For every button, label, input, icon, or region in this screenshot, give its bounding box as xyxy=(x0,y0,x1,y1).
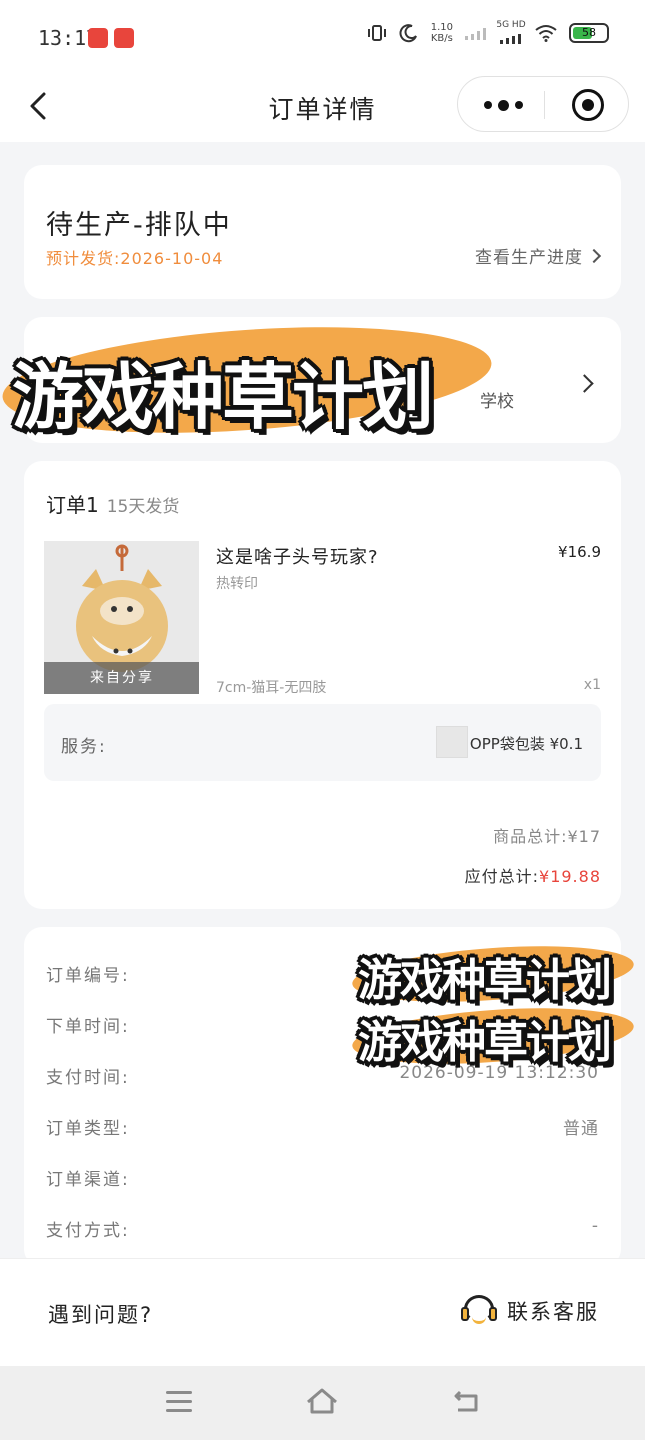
product-name[interactable]: 这是啥子头号玩家? xyxy=(216,543,379,569)
back-nav-icon[interactable] xyxy=(452,1386,482,1416)
total-amount: ¥19.88 xyxy=(539,867,601,886)
menu-icon[interactable] xyxy=(166,1391,192,1418)
signal-5g-icon xyxy=(500,34,521,44)
product-craft: 热转印 xyxy=(216,576,258,592)
vibrate-icon xyxy=(367,25,386,41)
chevron-right-icon xyxy=(586,248,602,263)
estimated-ship-date: 预计发货:2026-10-04 xyxy=(46,249,224,268)
service-label: 服务: xyxy=(61,737,107,757)
service-item: OPP袋包装 ¥0.1 xyxy=(469,735,583,753)
goods-subtotal: 商品总计:¥17 xyxy=(493,827,601,846)
ship-time: 15天发货 xyxy=(106,497,180,517)
product-thumbnail[interactable]: 来自分享 xyxy=(44,541,199,694)
status-bar: 13:17 1.10 KB/s 5G HD 58 xyxy=(0,0,645,72)
home-icon[interactable] xyxy=(305,1386,339,1416)
order-item-card: 订单1 15天发货 来自分享 这是啥子头号玩家? ¥16.9 热转印 7cm-猫耳… xyxy=(24,461,621,909)
contact-service-button[interactable]: 联系客服 xyxy=(461,1293,599,1329)
chevron-right-icon xyxy=(575,374,594,393)
moon-icon xyxy=(399,24,417,43)
address-text: 学校 xyxy=(480,392,514,412)
wifi-icon xyxy=(535,25,557,42)
product-quantity: x1 xyxy=(583,677,601,693)
battery-icon: 58 xyxy=(569,23,609,43)
product-spec: 7cm-猫耳-无四肢 xyxy=(216,680,327,696)
order-type-row: 订单类型: 普通 xyxy=(46,1119,599,1139)
close-miniapp-button[interactable] xyxy=(572,89,604,121)
watermark-text: 游戏种草计划 xyxy=(12,355,434,439)
system-nav-bar xyxy=(0,1366,645,1440)
netease-music-icon xyxy=(88,28,108,48)
nav-bar: 订单详情 xyxy=(0,72,645,142)
headset-icon xyxy=(461,1293,497,1329)
order-header: 订单1 15天发货 xyxy=(46,493,180,517)
payable-total: 应付总计:¥19.88 xyxy=(464,867,601,886)
watermark-text: 游戏种草计划 xyxy=(358,1017,612,1068)
net-speed: 1.10 KB/s xyxy=(430,22,453,44)
share-tag: 来自分享 xyxy=(44,662,199,694)
miniapp-capsule xyxy=(457,76,629,132)
bottom-bar: 遇到问题? 联系客服 xyxy=(0,1258,645,1366)
pay-method-row: 支付方式: - xyxy=(46,1216,599,1241)
product-price: ¥16.9 xyxy=(558,543,601,561)
order-channel-row: 订单渠道: xyxy=(46,1170,130,1190)
network-type-label: 5G HD xyxy=(496,20,526,30)
signal-icon xyxy=(465,28,486,40)
service-row: 服务: OPP袋包装 ¥0.1 xyxy=(44,704,601,781)
order-status-card: 待生产-排队中 预计发货:2026-10-04 查看生产进度 xyxy=(24,165,621,299)
order-status-title: 待生产-排队中 xyxy=(46,210,232,241)
tmall-icon xyxy=(114,28,134,48)
more-button[interactable] xyxy=(484,99,523,111)
view-progress-link[interactable]: 查看生产进度 xyxy=(475,243,602,268)
watermark-text: 游戏种草计划 xyxy=(358,955,612,1006)
problem-link[interactable]: 遇到问题? xyxy=(48,1299,153,1329)
opp-bag-image xyxy=(436,726,468,758)
